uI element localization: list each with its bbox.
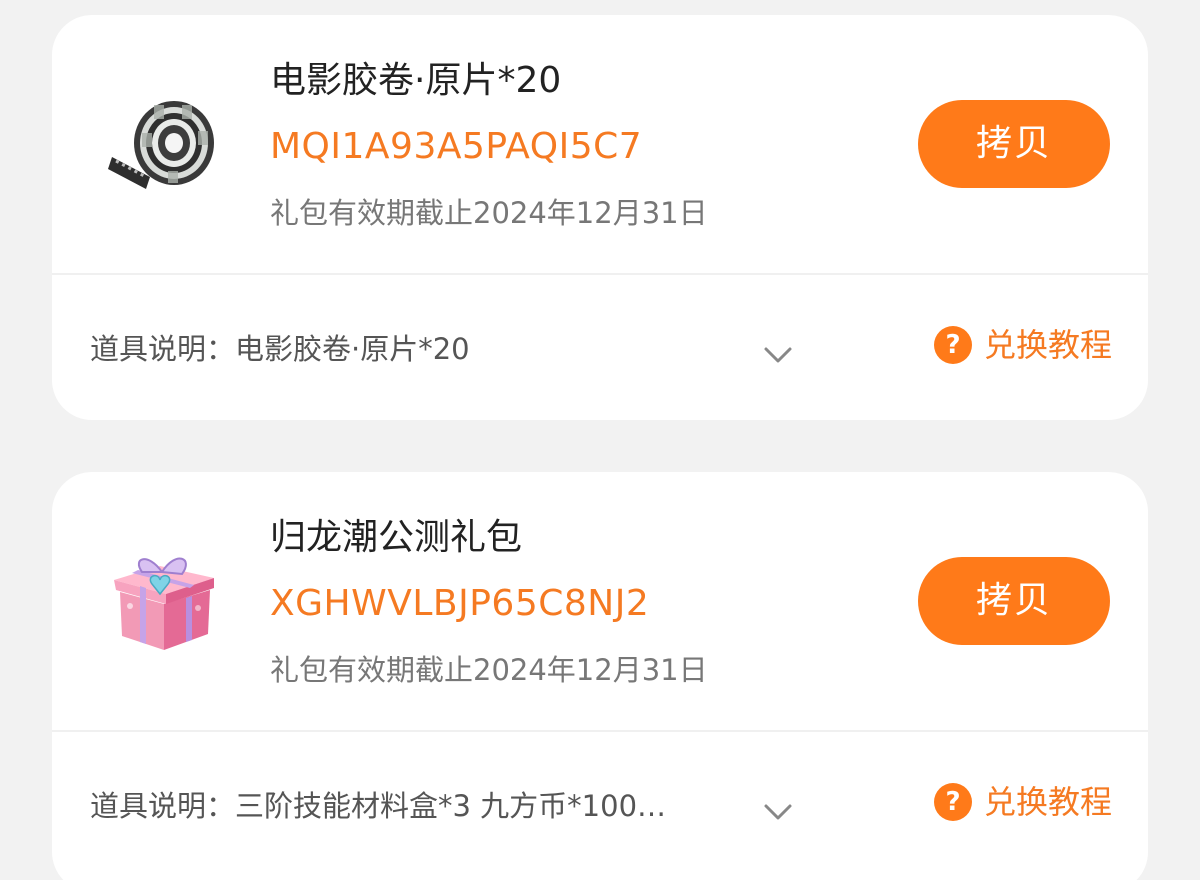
gift-card-header: 电影胶卷·原片*20 MQI1A93A5PAQI5C7 礼包有效期截止2024年… [52, 15, 1148, 275]
gift-card: 归龙潮公测礼包 XGHWVLBJP65C8NJ2 礼包有效期截止2024年12月… [52, 472, 1148, 880]
copy-button[interactable]: 拷贝 [918, 557, 1110, 645]
gift-code: MQI1A93A5PAQI5C7 [270, 126, 643, 167]
gift-code: XGHWVLBJP65C8NJ2 [270, 583, 650, 624]
redeem-tutorial-link[interactable]: ? 兑换教程 [934, 778, 1112, 826]
item-description: 道具说明：三阶技能材料盒*3 九方币*100… [90, 789, 667, 823]
copy-button[interactable]: 拷贝 [918, 100, 1110, 188]
gift-code-page: 电影胶卷·原片*20 MQI1A93A5PAQI5C7 礼包有效期截止2024年… [0, 0, 1200, 880]
redeem-tutorial-link[interactable]: ? 兑换教程 [934, 321, 1112, 369]
help-icon: ? [934, 783, 972, 821]
help-icon: ? [934, 326, 972, 364]
film-reel-icon [102, 85, 222, 205]
gift-title: 电影胶卷·原片*20 [270, 60, 562, 101]
gift-card-header: 归龙潮公测礼包 XGHWVLBJP65C8NJ2 礼包有效期截止2024年12月… [52, 472, 1148, 732]
chevron-down-icon[interactable] [758, 792, 798, 832]
tutorial-label: 兑换教程 [984, 783, 1113, 821]
tutorial-label: 兑换教程 [984, 326, 1113, 364]
gift-title: 归龙潮公测礼包 [270, 517, 523, 558]
gift-expiry: 礼包有效期截止2024年12月31日 [270, 653, 708, 687]
gift-card-footer: 道具说明：电影胶卷·原片*20 ? 兑换教程 [52, 275, 1148, 420]
gift-card: 电影胶卷·原片*20 MQI1A93A5PAQI5C7 礼包有效期截止2024年… [52, 15, 1148, 420]
item-description: 道具说明：电影胶卷·原片*20 [90, 332, 470, 366]
gift-box-icon [102, 542, 222, 662]
gift-card-footer: 道具说明：三阶技能材料盒*3 九方币*100… ? 兑换教程 [52, 732, 1148, 877]
chevron-down-icon[interactable] [758, 335, 798, 375]
gift-expiry: 礼包有效期截止2024年12月31日 [270, 196, 708, 230]
